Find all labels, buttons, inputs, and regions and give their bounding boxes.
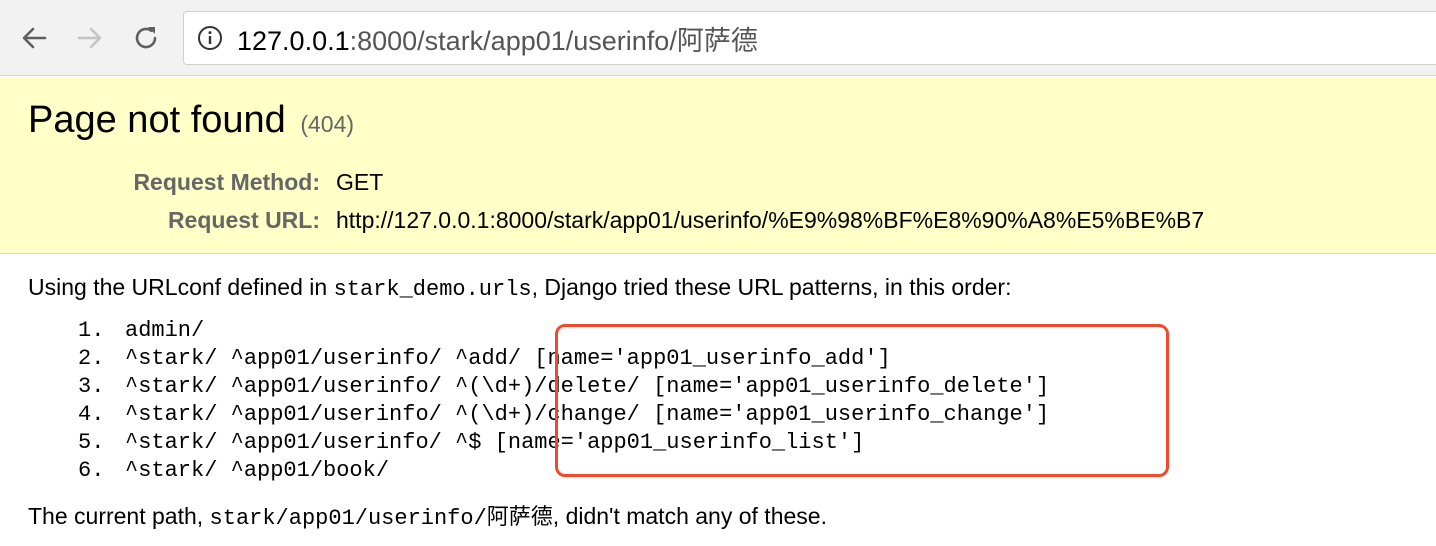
pattern-number: 6. — [78, 458, 105, 483]
forward-button[interactable] — [70, 18, 110, 58]
pattern-number: 1. — [78, 318, 105, 343]
current-path-message: The current path, stark/app01/userinfo/阿… — [28, 499, 827, 531]
request-method-value: GET — [336, 169, 384, 195]
pattern-number: 4. — [78, 402, 105, 427]
back-button[interactable] — [14, 18, 54, 58]
request-url-row: Request URL: http://127.0.0.1:8000/stark… — [0, 207, 1436, 237]
current-path: stark/app01/userinfo/阿萨德 — [209, 506, 553, 531]
error-title: Page not found — [28, 99, 286, 141]
pattern-number: 3. — [78, 374, 105, 399]
request-method-label: Request Method: — [133, 169, 320, 195]
pattern-text: admin/ — [125, 318, 205, 343]
url-pattern-item: 3. ^stark/ ^app01/userinfo/ ^(\d+)/delete… — [78, 373, 1049, 401]
url-path: :8000/stark/app01/userinfo/阿萨德 — [349, 25, 758, 56]
pattern-text: ^stark/ ^app01/userinfo/ ^(\d+)/delete/ … — [125, 374, 1050, 399]
urlconf-module: stark_demo.urls — [333, 277, 532, 302]
pattern-number: 2. — [78, 346, 105, 371]
pattern-text: ^stark/ ^app01/userinfo/ ^add/ [name='ap… — [125, 346, 891, 371]
url-pattern-item: 4. ^stark/ ^app01/userinfo/ ^(\d+)/change… — [78, 401, 1049, 429]
intro-after: , Django tried these URL patterns, in th… — [531, 274, 1012, 300]
request-url-label: Request URL: — [167, 207, 320, 233]
pattern-text: ^stark/ ^app01/userinfo/ ^(\d+)/change/ … — [125, 402, 1050, 427]
arrow-left-icon — [22, 27, 47, 49]
page-title: Page not found (404) — [28, 99, 354, 142]
status-code: (404) — [300, 111, 355, 137]
url-pattern-item: 6. ^stark/ ^app01/book/ — [78, 457, 1049, 485]
pattern-number: 5. — [78, 430, 105, 455]
error-summary: Page not found (404) Request Method: GET… — [0, 77, 1436, 254]
arrow-right-icon — [77, 27, 102, 49]
pattern-text: ^stark/ ^app01/userinfo/ ^$ [name='app01… — [125, 430, 865, 455]
urlconf-intro: Using the URLconf defined in stark_demo.… — [28, 274, 1011, 302]
error-info: Using the URLconf defined in stark_demo.… — [0, 255, 1436, 546]
reload-button[interactable] — [126, 18, 166, 58]
request-url-value: http://127.0.0.1:8000/stark/app01/userin… — [336, 207, 1205, 233]
url-text[interactable]: 127.0.0.1:8000/stark/app01/userinfo/阿萨德 — [237, 19, 758, 58]
info-circle-icon[interactable] — [197, 25, 223, 51]
address-bar[interactable]: 127.0.0.1:8000/stark/app01/userinfo/阿萨德 — [183, 11, 1436, 65]
footer-before: The current path, — [28, 503, 210, 529]
url-pattern-item: 2. ^stark/ ^app01/userinfo/ ^add/ [name='… — [78, 345, 1049, 373]
url-pattern-list: 1. admin/ 2. ^stark/ ^app01/userinfo/ ^add… — [78, 317, 1049, 485]
request-method-row: Request Method: GET — [0, 169, 1436, 199]
url-host: 127.0.0.1 — [237, 25, 350, 56]
intro-before: Using the URLconf defined in — [28, 274, 334, 300]
url-pattern-item: 1. admin/ — [78, 317, 1049, 345]
footer-after: , didn't match any of these. — [552, 503, 827, 529]
browser-toolbar: 127.0.0.1:8000/stark/app01/userinfo/阿萨德 — [0, 0, 1436, 76]
reload-icon — [135, 27, 157, 49]
url-pattern-item: 5. ^stark/ ^app01/userinfo/ ^$ [name='app… — [78, 429, 1049, 457]
pattern-text: ^stark/ ^app01/book/ — [125, 458, 390, 483]
